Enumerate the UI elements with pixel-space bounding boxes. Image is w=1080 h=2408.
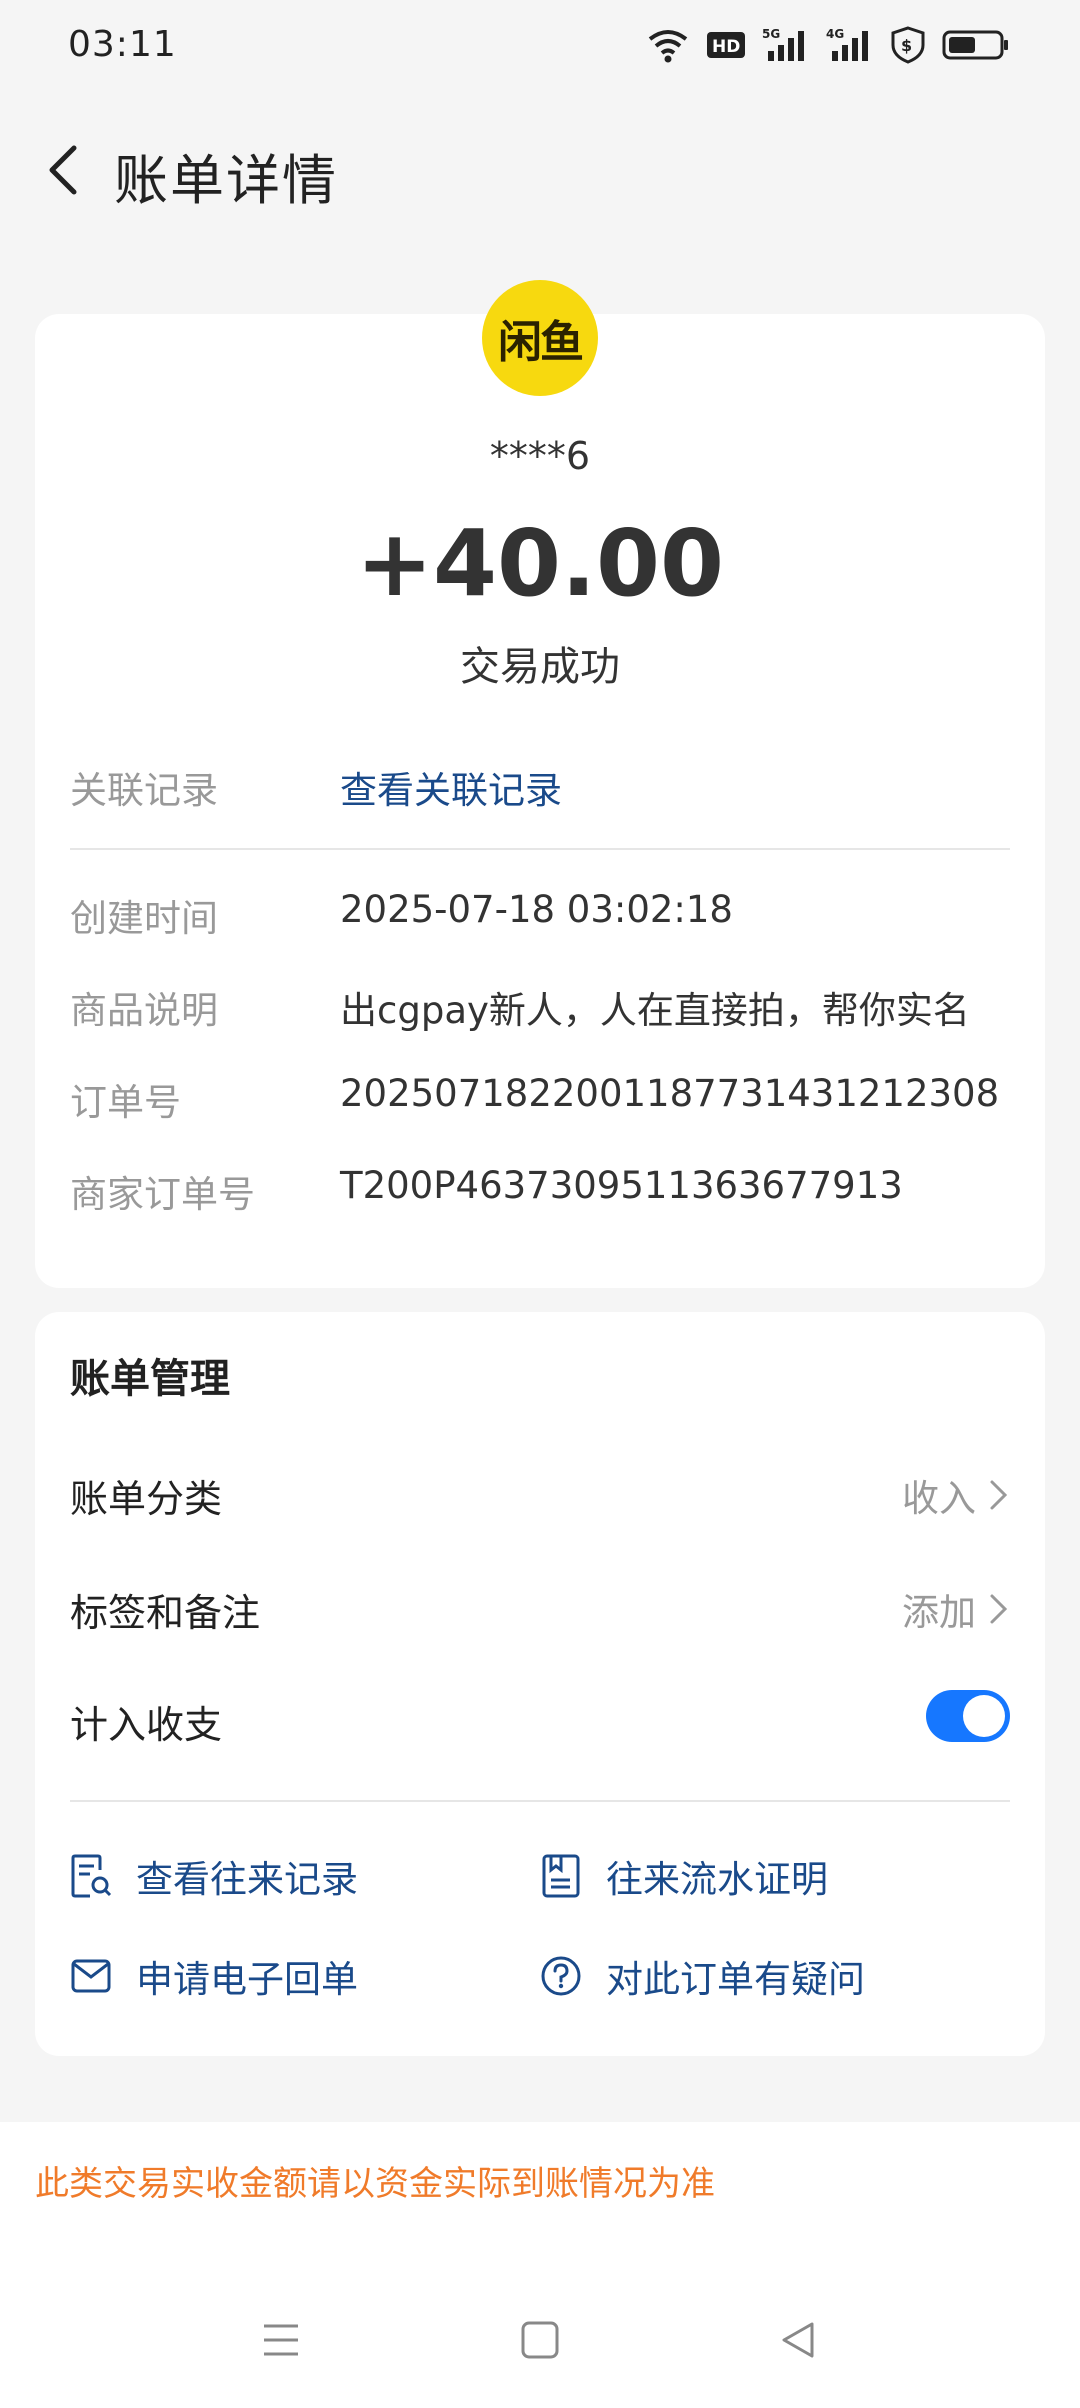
detail-row-created-time: 创建时间 2025-07-18 03:02:18 — [70, 888, 1010, 948]
system-nav-bar — [0, 2300, 1080, 2390]
merchant-logo: 闲鱼 — [482, 280, 598, 396]
detail-row-order-no: 订单号 2025071822001187731431212308 — [70, 1072, 1010, 1132]
action-label: 申请电子回单 — [136, 1958, 358, 2001]
status-time: 03:11 — [68, 24, 177, 65]
svg-text:$: $ — [901, 36, 912, 55]
bill-category-value: 收入 — [902, 1477, 976, 1520]
detail-label: 订单号 — [70, 1081, 181, 1124]
chevron-right-icon — [990, 1480, 1008, 1510]
back-arrow-icon — [49, 145, 77, 195]
divider — [70, 1800, 1010, 1802]
action-label: 对此订单有疑问 — [606, 1958, 865, 2001]
wifi-icon — [648, 30, 688, 63]
merchant-logo-text: 闲鱼 — [498, 317, 584, 368]
battery-icon — [942, 30, 1008, 60]
related-records-label: 关联记录 — [70, 769, 218, 812]
section-title: 账单管理 — [70, 1356, 230, 1402]
back-triangle-icon[interactable] — [778, 2320, 818, 2360]
notice-text: 此类交易实收金额请以资金实际到账情况为准 — [35, 2164, 715, 2204]
divider — [70, 848, 1010, 850]
detail-label: 创建时间 — [70, 897, 218, 940]
detail-row-merchant-order-no: 商家订单号 T200P4637309511363677913 — [70, 1164, 1010, 1224]
tags-notes-row[interactable]: 标签和备注 添加 — [70, 1582, 1010, 1642]
record-search-icon — [71, 1854, 112, 1898]
detail-value: T200P4637309511363677913 — [340, 1164, 903, 1207]
action-label: 往来流水证明 — [606, 1858, 828, 1901]
related-records-row: 关联记录 查看关联记录 — [70, 760, 1010, 820]
transaction-card: ****6 +40.00 交易成功 关联记录 查看关联记录 创建时间 2025-… — [35, 314, 1045, 1288]
detail-value: 2025-07-18 03:02:18 — [340, 888, 733, 931]
signal-4g-icon: 4G — [826, 27, 868, 61]
view-transaction-records-button[interactable]: 查看往来记录 — [70, 1846, 358, 1906]
detail-value: 出cgpay新人，人在直接拍，帮你实名 — [340, 989, 970, 1032]
detail-label: 商家订单号 — [70, 1173, 255, 1216]
include-in-budget-label: 计入收支 — [70, 1703, 223, 1747]
status-icons: HD 5G 4G $ — [646, 26, 1010, 64]
mail-icon — [71, 1959, 111, 1993]
svg-text:4G: 4G — [826, 27, 844, 41]
back-button[interactable] — [36, 140, 96, 200]
bill-category-label: 账单分类 — [70, 1477, 223, 1521]
document-icon — [542, 1854, 580, 1898]
include-in-budget-row: 计入收支 — [70, 1690, 1010, 1754]
question-icon — [541, 1956, 581, 1996]
svg-text:HD: HD — [712, 37, 740, 57]
request-e-receipt-button[interactable]: 申请电子回单 — [70, 1946, 358, 2006]
order-question-button[interactable]: 对此订单有疑问 — [540, 1946, 865, 2006]
page-title: 账单详情 — [114, 149, 338, 212]
account-name: ****6 — [489, 434, 591, 478]
chevron-right-icon — [990, 1594, 1008, 1624]
transaction-proof-button[interactable]: 往来流水证明 — [540, 1846, 828, 1906]
svg-text:5G: 5G — [762, 27, 780, 41]
status-bar: 03:11 HD 5G 4G $ — [0, 0, 1080, 96]
bill-management-card: 账单管理 账单分类 收入 标签和备注 添加 计入收支 查看往来记录 往来流水证明… — [35, 1312, 1045, 2056]
menu-icon[interactable] — [262, 2320, 300, 2360]
include-in-budget-toggle[interactable] — [926, 1690, 1010, 1742]
nav-bar: 账单详情 — [0, 110, 1080, 230]
home-icon[interactable] — [520, 2320, 560, 2360]
signal-5g-icon: 5G — [762, 27, 804, 61]
detail-label: 商品说明 — [70, 989, 218, 1032]
tags-notes-value: 添加 — [902, 1591, 976, 1634]
tags-notes-label: 标签和备注 — [70, 1591, 261, 1635]
shield-dollar-icon: $ — [891, 26, 925, 64]
action-label: 查看往来记录 — [136, 1858, 358, 1901]
bill-category-row[interactable]: 账单分类 收入 — [70, 1468, 1010, 1528]
transaction-status: 交易成功 — [460, 644, 620, 690]
transaction-amount: +40.00 — [355, 510, 725, 617]
detail-row-product-desc: 商品说明 出cgpay新人，人在直接拍，帮你实名 — [70, 980, 1010, 1040]
toggle-knob — [963, 1695, 1005, 1737]
hd-icon: HD — [707, 32, 745, 58]
detail-value: 2025071822001187731431212308 — [340, 1072, 1000, 1115]
view-related-records-link[interactable]: 查看关联记录 — [340, 760, 562, 814]
